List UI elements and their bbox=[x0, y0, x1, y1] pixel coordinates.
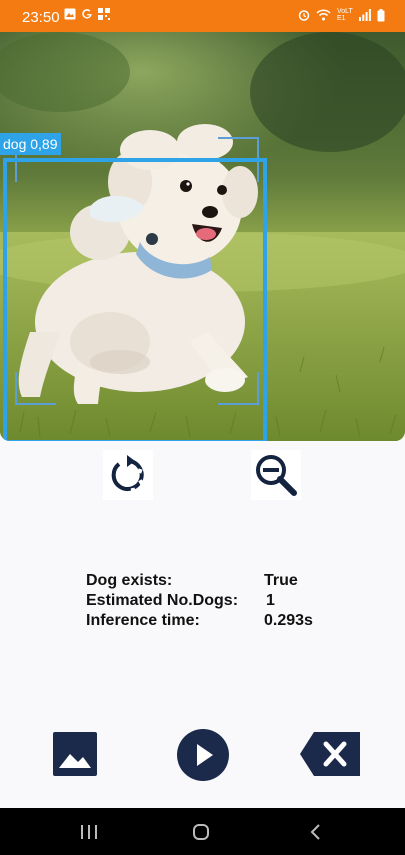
status-bar: 23:50 VoLTE1 bbox=[0, 0, 405, 32]
home-icon[interactable] bbox=[192, 823, 210, 841]
recent-apps-icon[interactable] bbox=[80, 824, 98, 840]
rotate-icon bbox=[111, 455, 144, 493]
rotate-button[interactable] bbox=[103, 450, 153, 500]
estimated-count-value: 1 bbox=[266, 592, 275, 609]
detection-box bbox=[3, 158, 267, 441]
signal-icon bbox=[359, 9, 371, 21]
volte-label: VoLTE1 bbox=[337, 8, 353, 22]
battery-icon bbox=[377, 8, 385, 21]
photo-preview: dog 0,89 bbox=[0, 32, 405, 441]
play-icon bbox=[177, 729, 229, 781]
system-nav-bar bbox=[0, 808, 405, 855]
clear-button[interactable] bbox=[298, 730, 362, 778]
inference-time-label: Inference time: bbox=[86, 612, 200, 629]
zoom-out-button[interactable] bbox=[251, 450, 301, 500]
status-time: 23:50 bbox=[22, 9, 60, 26]
backspace-clear-icon bbox=[300, 732, 360, 776]
dog-exists-label: Dog exists: bbox=[86, 572, 173, 589]
run-detection-button[interactable] bbox=[176, 728, 230, 782]
dog-exists-value: True bbox=[264, 572, 298, 589]
detection-label: dog 0,89 bbox=[0, 133, 61, 155]
wifi-icon bbox=[316, 9, 331, 21]
back-icon[interactable] bbox=[308, 823, 322, 841]
qr-icon bbox=[98, 8, 110, 20]
image-icon bbox=[53, 732, 97, 776]
alarm-icon bbox=[298, 10, 310, 21]
inference-time-value: 0.293s bbox=[264, 612, 313, 629]
estimated-count-label: Estimated No.Dogs: bbox=[86, 592, 239, 609]
pick-image-button[interactable] bbox=[50, 730, 100, 778]
google-icon bbox=[82, 9, 92, 19]
zoom-out-icon bbox=[256, 455, 297, 496]
gallery-icon bbox=[64, 8, 76, 20]
